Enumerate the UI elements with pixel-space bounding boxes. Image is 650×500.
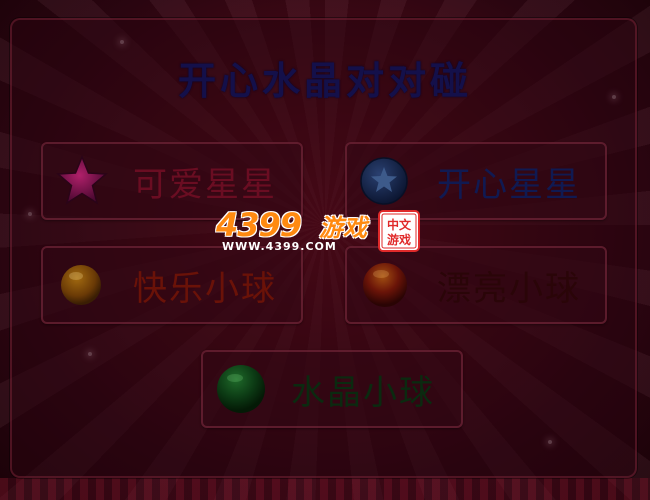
joy-balls-button[interactable]: 快乐小球 <box>41 246 303 324</box>
happy-stars-label: 开心星星 <box>437 164 581 205</box>
logo-number: 4399 <box>216 206 302 244</box>
crystal-balls-button[interactable]: 水晶小球 <box>201 350 463 428</box>
pretty-balls-button[interactable]: 漂亮小球 <box>345 246 607 324</box>
svg-text:游戏: 游戏 <box>387 232 411 247</box>
green-ball-icon <box>215 363 267 415</box>
game-screen: 开心水晶对对碰 可爱星星 开心星星 快乐小球 漂亮小球 水晶小球 4399 游戏… <box>0 0 650 500</box>
blue-star-badge-icon <box>359 156 409 206</box>
pink-star-icon <box>55 154 109 208</box>
cute-stars-label: 可爱星星 <box>133 164 277 205</box>
site-logo[interactable]: 4399 游戏 WWW.4399.COM 中文 游戏 <box>216 206 422 256</box>
logo-url: WWW.4399.COM <box>222 240 337 253</box>
logo-game-text: 游戏 <box>319 214 367 242</box>
seal-icon: 中文 游戏 <box>378 210 420 252</box>
crystal-balls-label: 水晶小球 <box>291 372 435 413</box>
joy-balls-label: 快乐小球 <box>133 268 277 309</box>
svg-text:中文: 中文 <box>387 217 412 232</box>
bottom-lace-border <box>0 478 650 500</box>
game-title: 开心水晶对对碰 <box>177 59 472 103</box>
red-ball-icon <box>361 261 409 309</box>
orange-ball-icon <box>59 263 103 307</box>
pretty-balls-label: 漂亮小球 <box>437 268 581 309</box>
